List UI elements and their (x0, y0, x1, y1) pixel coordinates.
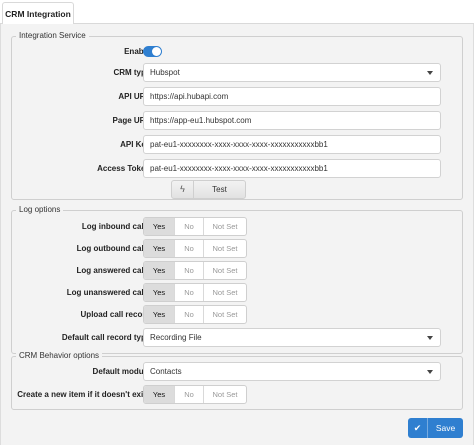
log-answered-segmented: Yes No Not Set (143, 261, 247, 280)
option-yes[interactable]: Yes (144, 306, 175, 323)
log-unanswered-row: Log unanswered calls: Yes No Not Set (12, 283, 464, 303)
option-no[interactable]: No (175, 262, 204, 279)
option-not-set[interactable]: Not Set (204, 218, 246, 235)
test-button-label: Test (212, 185, 227, 194)
upload-record-segmented: Yes No Not Set (143, 305, 247, 324)
tab-crm-integration[interactable]: CRM Integration (2, 2, 74, 25)
default-module-select[interactable]: Contacts (143, 362, 441, 381)
option-not-set[interactable]: Not Set (204, 306, 246, 323)
option-not-set[interactable]: Not Set (204, 262, 246, 279)
option-yes[interactable]: Yes (144, 262, 175, 279)
caret-down-icon (427, 336, 433, 340)
log-options-section: Log options Log inbound calls: Yes No No… (11, 205, 464, 354)
api-url-input[interactable]: https://api.hubapi.com (143, 87, 441, 106)
test-row: ϟ Test (12, 180, 464, 200)
record-type-row: Default call record type: Recording File (12, 328, 464, 348)
option-not-set[interactable]: Not Set (204, 240, 246, 257)
crm-type-row: CRM type: Hubspot (12, 63, 464, 83)
record-type-value: Recording File (150, 333, 202, 342)
tab-bar: CRM Integration (0, 0, 474, 25)
log-answered-row: Log answered calls: Yes No Not Set (12, 261, 464, 281)
crm-behavior-section: CRM Behavior options Default module: Con… (11, 351, 464, 410)
option-no[interactable]: No (175, 218, 204, 235)
crm-type-value: Hubspot (150, 68, 180, 77)
access-token-input[interactable]: pat-eu1-xxxxxxxx-xxxx-xxxx-xxxx-xxxxxxxx… (143, 159, 441, 178)
log-outbound-segmented: Yes No Not Set (143, 239, 247, 258)
api-key-input[interactable]: pat-eu1-xxxxxxxx-xxxx-xxxx-xxxx-xxxxxxxx… (143, 135, 441, 154)
section-legend: CRM Behavior options (16, 351, 103, 360)
enable-row: Enable: (12, 42, 464, 62)
record-type-label: Default call record type: (61, 333, 153, 342)
api-key-row: API Key: pat-eu1-xxxxxxxx-xxxx-xxxx-xxxx… (12, 135, 464, 155)
check-icon: ✔ (408, 418, 428, 438)
option-yes[interactable]: Yes (144, 240, 175, 257)
record-type-select[interactable]: Recording File (143, 328, 441, 347)
upload-record-row: Upload call record: Yes No Not Set (12, 305, 464, 325)
log-outbound-label: Log outbound calls: (76, 244, 153, 253)
section-legend: Integration Service (16, 31, 89, 40)
page-url-input[interactable]: https://app-eu1.hubspot.com (143, 111, 441, 130)
default-module-row: Default module: Contacts (12, 362, 464, 382)
save-button[interactable]: ✔ Save (408, 418, 463, 438)
option-yes[interactable]: Yes (144, 284, 175, 301)
save-button-label: Save (435, 423, 456, 433)
option-no[interactable]: No (175, 284, 204, 301)
bolt-icon: ϟ (172, 181, 194, 198)
create-item-segmented: Yes No Not Set (143, 385, 247, 404)
api-url-row: API URL: https://api.hubapi.com (12, 87, 464, 107)
option-not-set[interactable]: Not Set (204, 386, 246, 403)
default-module-value: Contacts (150, 367, 182, 376)
option-yes[interactable]: Yes (144, 218, 175, 235)
log-outbound-row: Log outbound calls: Yes No Not Set (12, 239, 464, 259)
option-no[interactable]: No (175, 386, 204, 403)
access-token-row: Access Token: pat-eu1-xxxxxxxx-xxxx-xxxx… (12, 159, 464, 179)
page-url-row: Page URL: https://app-eu1.hubspot.com (12, 111, 464, 131)
option-yes[interactable]: Yes (144, 386, 175, 403)
option-no[interactable]: No (175, 306, 204, 323)
option-not-set[interactable]: Not Set (204, 284, 246, 301)
log-answered-label: Log answered calls: (76, 266, 153, 275)
enable-toggle[interactable] (143, 46, 162, 57)
caret-down-icon (427, 71, 433, 75)
create-item-row: Create a new item if it doesn't exist: Y… (12, 385, 464, 405)
log-unanswered-label: Log unanswered calls: (66, 288, 153, 297)
caret-down-icon (427, 370, 433, 374)
test-button[interactable]: ϟ Test (171, 180, 246, 199)
log-inbound-row: Log inbound calls: Yes No Not Set (12, 217, 464, 237)
toggle-knob (152, 47, 161, 56)
settings-panel: Integration Service Enable: CRM type: Hu… (0, 24, 474, 445)
create-item-label: Create a new item if it doesn't exist: (17, 390, 153, 399)
log-unanswered-segmented: Yes No Not Set (143, 283, 247, 302)
option-no[interactable]: No (175, 240, 204, 257)
section-legend: Log options (16, 205, 64, 214)
integration-service-section: Integration Service Enable: CRM type: Hu… (11, 31, 464, 200)
log-inbound-segmented: Yes No Not Set (143, 217, 247, 236)
crm-type-select[interactable]: Hubspot (143, 63, 441, 82)
